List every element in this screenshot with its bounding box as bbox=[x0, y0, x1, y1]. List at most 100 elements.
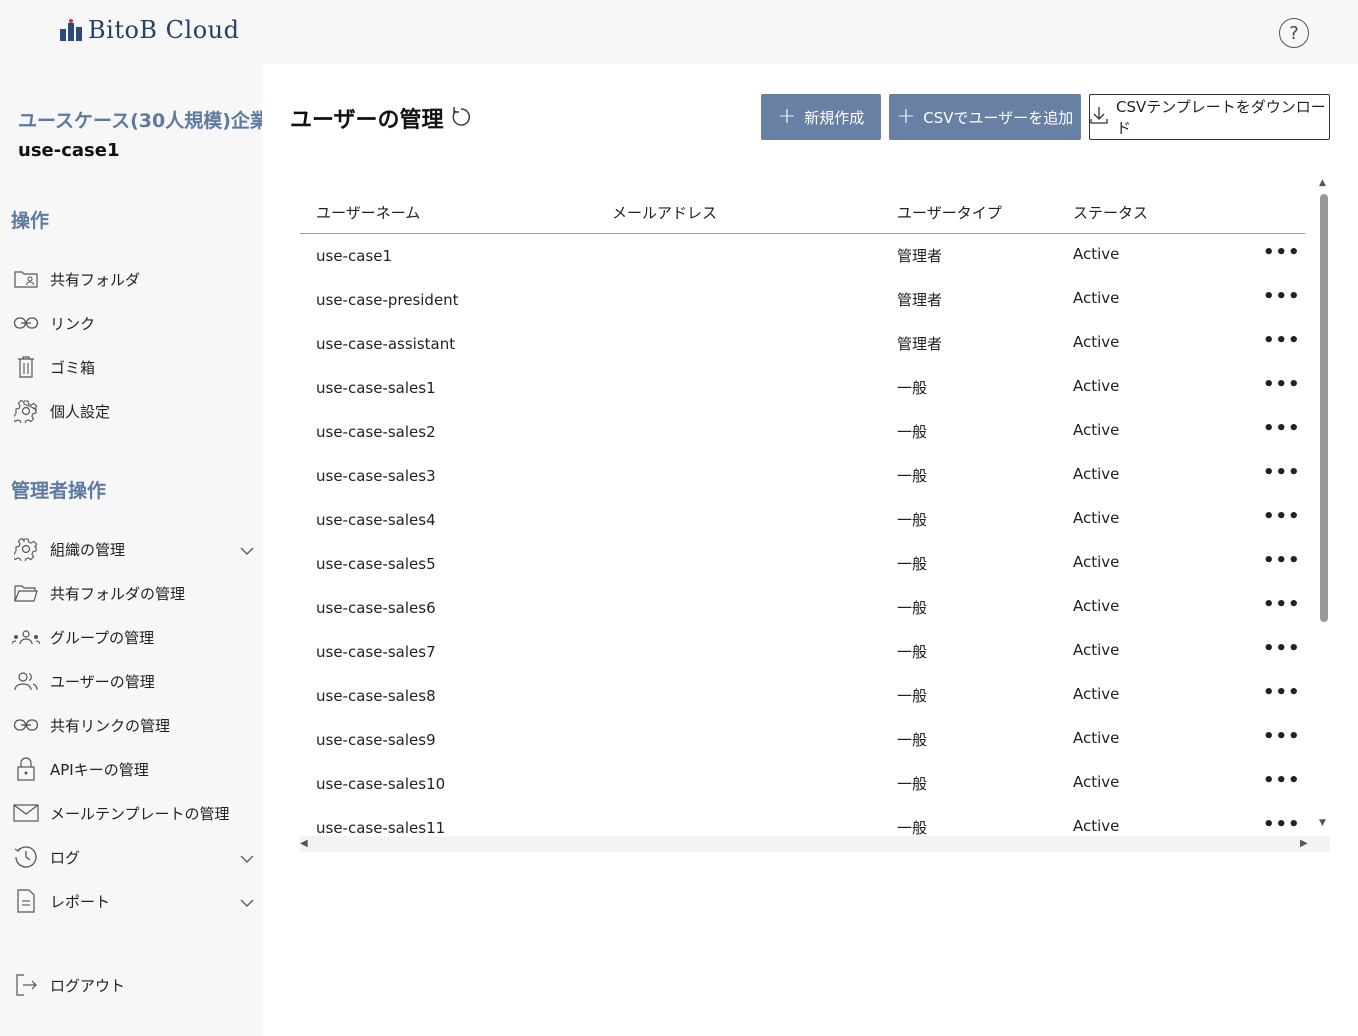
cell-status: Active bbox=[1073, 421, 1120, 439]
horizontal-scrollbar[interactable]: ◀ ▶ bbox=[300, 836, 1330, 852]
sidebar-item-link[interactable]: リンク bbox=[12, 307, 256, 339]
scrollbar-thumb[interactable] bbox=[1320, 194, 1328, 622]
table-row[interactable]: use-case-sales8 一般 Active ••• bbox=[300, 674, 1305, 718]
csv-add-users-button[interactable]: + CSVでユーザーを追加 bbox=[889, 94, 1081, 140]
more-options-icon[interactable]: ••• bbox=[1263, 242, 1301, 263]
table-row[interactable]: use-case1 管理者 Active ••• bbox=[300, 234, 1305, 278]
sidebar-item-org-management[interactable]: 組織の管理 bbox=[12, 533, 256, 565]
table-row[interactable]: use-case-assistant 管理者 Active ••• bbox=[300, 322, 1305, 366]
more-options-icon[interactable]: ••• bbox=[1263, 550, 1301, 571]
document-icon bbox=[12, 889, 40, 913]
cell-status: Active bbox=[1073, 773, 1120, 791]
cell-username: use-case-sales2 bbox=[316, 423, 436, 441]
page-title: ユーザーの管理 bbox=[290, 102, 472, 134]
table-row[interactable]: use-case-president 管理者 Active ••• bbox=[300, 278, 1305, 322]
more-options-icon[interactable]: ••• bbox=[1263, 506, 1301, 527]
more-options-icon[interactable]: ••• bbox=[1263, 814, 1301, 835]
refresh-icon[interactable] bbox=[450, 104, 472, 132]
cell-user-type: 管理者 bbox=[897, 247, 943, 265]
more-options-icon[interactable]: ••• bbox=[1263, 462, 1301, 483]
cell-status: Active bbox=[1073, 597, 1120, 615]
column-header-status[interactable]: ステータス bbox=[1073, 202, 1148, 223]
sidebar-item-label: 組織の管理 bbox=[50, 540, 126, 559]
vertical-scrollbar[interactable]: ▲ ▼ bbox=[1317, 178, 1331, 828]
sidebar-item-label: メールテンプレートの管理 bbox=[50, 804, 230, 823]
cell-username: use-case-sales4 bbox=[316, 511, 436, 529]
cell-status: Active bbox=[1073, 817, 1120, 835]
sidebar-item-trash[interactable]: ゴミ箱 bbox=[12, 351, 256, 383]
table-row[interactable]: use-case-sales10 一般 Active ••• bbox=[300, 762, 1305, 806]
sidebar-item-label: 共有リンクの管理 bbox=[50, 716, 171, 735]
more-options-icon[interactable]: ••• bbox=[1263, 726, 1301, 747]
cell-status: Active bbox=[1073, 245, 1120, 263]
more-options-icon[interactable]: ••• bbox=[1263, 286, 1301, 307]
cell-username: use-case-sales10 bbox=[316, 775, 446, 793]
cell-status: Active bbox=[1073, 729, 1120, 747]
shared-folder-icon bbox=[12, 267, 40, 291]
cell-username: use-case-sales3 bbox=[316, 467, 436, 485]
sidebar-item-log[interactable]: ログ bbox=[12, 841, 256, 873]
cell-status: Active bbox=[1073, 333, 1120, 351]
more-options-icon[interactable]: ••• bbox=[1263, 418, 1301, 439]
cell-user-type: 一般 bbox=[897, 379, 928, 397]
scroll-down-icon[interactable]: ▼ bbox=[1319, 818, 1326, 828]
sidebar-item-user-management[interactable]: ユーザーの管理 bbox=[12, 665, 256, 697]
sidebar-item-logout[interactable]: ログアウト bbox=[12, 969, 256, 1001]
more-options-icon[interactable]: ••• bbox=[1263, 638, 1301, 659]
more-options-icon[interactable]: ••• bbox=[1263, 330, 1301, 351]
table-row[interactable]: use-case-sales11 一般 Active ••• bbox=[300, 806, 1305, 836]
app-logo[interactable]: BitoB Cloud bbox=[60, 16, 239, 44]
cell-user-type: 一般 bbox=[897, 819, 928, 836]
column-header-username[interactable]: ユーザーネーム bbox=[316, 202, 420, 223]
column-header-user-type[interactable]: ユーザータイプ bbox=[897, 202, 1002, 223]
sidebar-item-mail-template-management[interactable]: メールテンプレートの管理 bbox=[12, 797, 256, 829]
sidebar-item-shared-folder[interactable]: 共有フォルダ bbox=[12, 263, 256, 295]
sidebar-item-shared-folder-management[interactable]: 共有フォルダの管理 bbox=[12, 577, 256, 609]
table-row[interactable]: use-case-sales1 一般 Active ••• bbox=[300, 366, 1305, 410]
sidebar-item-label: レポート bbox=[50, 892, 111, 911]
new-user-button[interactable]: + 新規作成 bbox=[761, 94, 881, 140]
sidebar-item-api-key-management[interactable]: APIキーの管理 bbox=[12, 753, 256, 785]
logout-icon bbox=[12, 973, 40, 997]
table-row[interactable]: use-case-sales5 一般 Active ••• bbox=[300, 542, 1305, 586]
csv-template-download-button[interactable]: CSVテンプレートをダウンロード bbox=[1089, 94, 1330, 140]
current-user-id: use-case1 bbox=[18, 140, 120, 161]
clock-icon bbox=[12, 845, 40, 869]
scroll-up-icon[interactable]: ▲ bbox=[1319, 178, 1326, 188]
scroll-right-icon[interactable]: ▶ bbox=[1300, 838, 1308, 849]
cell-username: use-case-president bbox=[316, 291, 459, 309]
help-icon[interactable]: ? bbox=[1279, 18, 1309, 48]
sidebar-item-report[interactable]: レポート bbox=[12, 885, 256, 917]
table-row[interactable]: use-case-sales6 一般 Active ••• bbox=[300, 586, 1305, 630]
scroll-left-icon[interactable]: ◀ bbox=[300, 838, 308, 849]
table-row[interactable]: use-case-sales4 一般 Active ••• bbox=[300, 498, 1305, 542]
sidebar-item-personal-settings[interactable]: 個人設定 bbox=[12, 395, 256, 427]
more-options-icon[interactable]: ••• bbox=[1263, 770, 1301, 791]
table-row[interactable]: use-case-sales7 一般 Active ••• bbox=[300, 630, 1305, 674]
trash-icon bbox=[12, 355, 40, 379]
sidebar-item-shared-link-management[interactable]: 共有リンクの管理 bbox=[12, 709, 256, 741]
table-row[interactable]: use-case-sales3 一般 Active ••• bbox=[300, 454, 1305, 498]
cell-username: use-case-sales7 bbox=[316, 643, 436, 661]
organization-name: ユースケース(30人規模)企業 bbox=[18, 110, 269, 132]
cell-username: use-case-sales6 bbox=[316, 599, 436, 617]
chevron-down-icon[interactable] bbox=[240, 541, 254, 559]
table-row[interactable]: use-case-sales2 一般 Active ••• bbox=[300, 410, 1305, 454]
sidebar-item-group-management[interactable]: グループの管理 bbox=[12, 621, 256, 653]
more-options-icon[interactable]: ••• bbox=[1263, 682, 1301, 703]
cell-username: use-case1 bbox=[316, 247, 392, 265]
cell-status: Active bbox=[1073, 377, 1120, 395]
section-title-operations: 操作 bbox=[11, 210, 50, 232]
chevron-down-icon[interactable] bbox=[240, 893, 254, 911]
cell-user-type: 一般 bbox=[897, 423, 928, 441]
chevron-down-icon[interactable] bbox=[240, 849, 254, 867]
sidebar: ユースケース(30人規模)企業 use-case1 操作 共有フォルダ リンク … bbox=[0, 64, 269, 1036]
table-row[interactable]: use-case-sales9 一般 Active ••• bbox=[300, 718, 1305, 762]
download-icon bbox=[1090, 106, 1108, 128]
cell-username: use-case-sales5 bbox=[316, 555, 436, 573]
mail-icon bbox=[12, 801, 40, 825]
more-options-icon[interactable]: ••• bbox=[1263, 594, 1301, 615]
column-header-email[interactable]: メールアドレス bbox=[612, 202, 717, 223]
section-title-admin: 管理者操作 bbox=[11, 480, 107, 502]
more-options-icon[interactable]: ••• bbox=[1263, 374, 1301, 395]
